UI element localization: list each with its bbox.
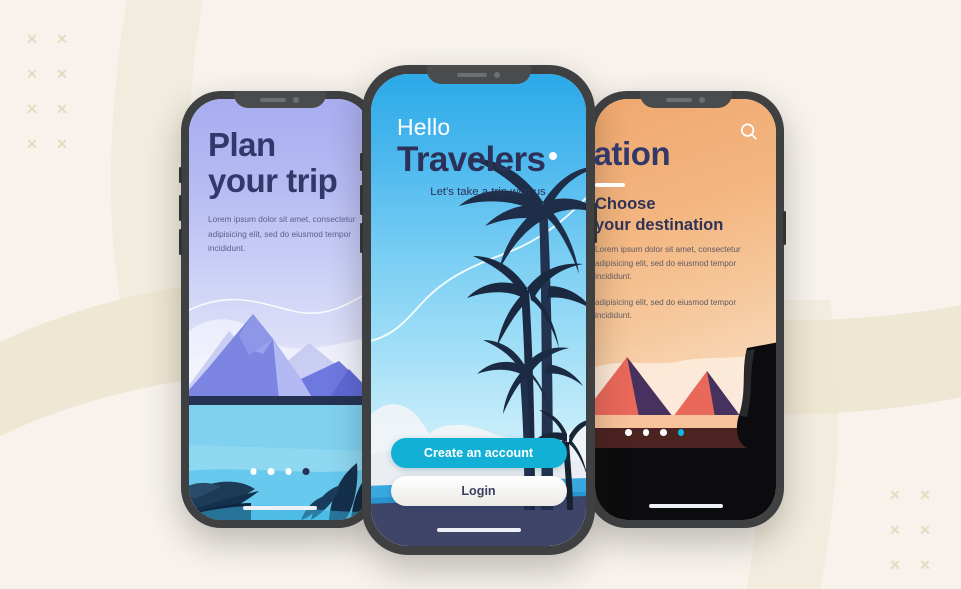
x-mark-icon [20,92,44,126]
screen-right: location Choose your destination Lorem i… [595,99,776,520]
x-mark-icon [883,478,907,512]
right-body-text-2: adipisicing elit, sed do eiusmod tempor … [595,297,737,321]
right-subtitle-line2: your destination [595,216,724,234]
left-pagination-dots[interactable] [250,468,309,475]
pagination-dot-active[interactable] [302,468,309,475]
right-divider [595,183,625,187]
create-account-button[interactable]: Create an account [390,438,567,468]
left-home-indicator[interactable] [242,506,317,510]
x-mark-icon [883,583,907,589]
pagination-dot[interactable] [267,468,274,475]
front-camera-icon [494,71,500,78]
earpiece-speaker [666,97,692,102]
center-home-indicator[interactable] [436,528,521,532]
phone-button-power-right[interactable] [783,211,786,245]
x-mark-icon [50,22,74,56]
pagination-dot[interactable] [660,429,667,436]
phone-button-volume-down[interactable] [179,229,182,255]
left-copy-block: Plan your trip Lorem ipsum dolor sit ame… [208,127,364,256]
front-camera-icon [293,96,299,103]
x-mark-icon [20,57,44,91]
phone-notch-center [426,65,531,84]
canvas: Plan your trip Lorem ipsum dolor sit ame… [0,0,961,589]
right-pagination-dots[interactable] [625,429,684,436]
right-home-indicator[interactable] [648,504,723,508]
decorative-x-grid-top-left [20,22,80,162]
pagination-dot[interactable] [285,468,292,475]
phone-mockup-right[interactable]: location Choose your destination Lorem i… [585,91,786,528]
phone-notch-left [233,91,326,108]
screen-center: Hello Travelers Let's take a trip with u… [371,74,586,546]
left-title-line2: your trip [208,162,338,199]
decorative-x-grid-bottom-right [883,478,943,589]
center-copy-block: Hello Travelers Let's take a trip with u… [397,114,579,198]
center-title-dot [549,152,558,160]
x-mark-icon [20,127,44,161]
x-mark-icon [20,22,44,56]
earpiece-speaker [260,97,286,102]
phone-mockup-left[interactable]: Plan your trip Lorem ipsum dolor sit ame… [179,91,380,528]
phone-button-silent[interactable] [179,167,182,183]
phone-mockup-center[interactable]: Hello Travelers Let's take a trip with u… [360,65,597,555]
right-body-text-1: Lorem ipsum dolor sit amet, consectetur … [595,245,741,281]
phone-button-volume-up[interactable] [179,195,182,221]
search-icon[interactable] [738,121,760,143]
right-illustration: location Choose your destination Lorem i… [595,99,776,520]
center-title: Travelers [397,140,558,180]
x-mark-icon [50,92,74,126]
earpiece-speaker [457,72,487,77]
right-subtitle-line1: Choose [595,195,656,213]
center-title-text: Travelers [397,140,546,179]
center-greeting: Hello [397,114,451,140]
x-mark-icon [913,478,937,512]
x-mark-icon [883,513,907,547]
pagination-dot[interactable] [250,468,257,475]
x-mark-icon [913,583,937,589]
center-tagline: Let's take a trip with us [430,186,546,198]
x-mark-icon [50,57,74,91]
pagination-dot[interactable] [625,429,632,436]
x-mark-icon [913,548,937,582]
login-button[interactable]: Login [390,476,567,506]
x-mark-icon [913,513,937,547]
pagination-dot-active[interactable] [677,429,684,436]
left-body-text: Lorem ipsum dolor sit amet, consectetur … [208,214,356,254]
left-title-line1: Plan [208,126,276,163]
x-mark-icon [883,548,907,582]
left-illustration: Plan your trip Lorem ipsum dolor sit ame… [189,99,370,520]
right-copy-block: location Choose your destination Lorem i… [595,135,770,323]
center-illustration: Hello Travelers Let's take a trip with u… [371,74,586,546]
screen-left: Plan your trip Lorem ipsum dolor sit ame… [189,99,370,520]
front-camera-icon [699,96,705,103]
x-mark-icon [50,127,74,161]
phone-notch-right [639,91,732,108]
pagination-dot[interactable] [642,429,649,436]
